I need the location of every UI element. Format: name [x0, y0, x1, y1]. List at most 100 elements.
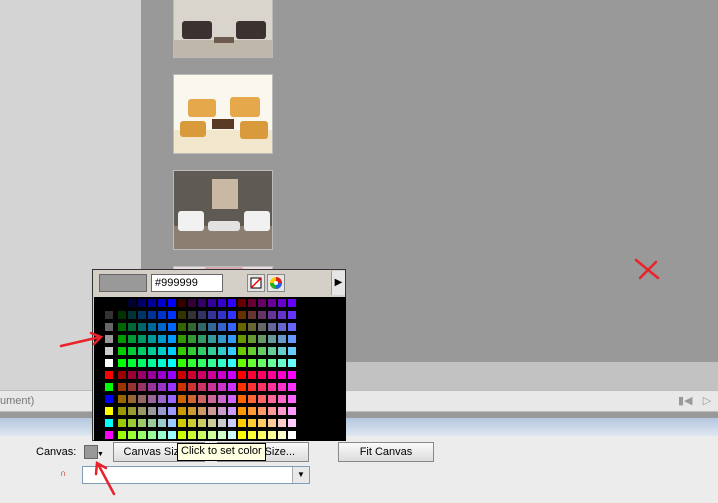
color-swatch[interactable] [257, 322, 267, 332]
play-icon[interactable]: ▷ [700, 394, 714, 408]
color-swatch[interactable] [95, 334, 105, 344]
color-swatch[interactable] [177, 358, 187, 368]
color-swatch[interactable] [247, 394, 257, 404]
color-swatch[interactable] [167, 310, 177, 320]
color-swatch[interactable] [167, 358, 177, 368]
color-swatch[interactable] [127, 394, 137, 404]
color-swatch[interactable] [247, 406, 257, 416]
color-swatch[interactable] [177, 322, 187, 332]
color-swatch[interactable] [237, 334, 247, 344]
color-swatch[interactable] [247, 382, 257, 392]
color-swatch[interactable] [237, 394, 247, 404]
first-frame-icon[interactable]: ▮◀ [678, 394, 693, 408]
color-swatch[interactable] [207, 322, 217, 332]
color-swatch[interactable] [197, 430, 207, 440]
color-swatch[interactable] [127, 310, 137, 320]
color-swatch[interactable] [287, 370, 297, 380]
color-swatch[interactable] [177, 382, 187, 392]
living-room-photo-3[interactable] [173, 170, 273, 250]
color-swatch[interactable] [257, 382, 267, 392]
color-swatch[interactable] [197, 298, 207, 308]
color-swatch[interactable] [217, 406, 227, 416]
color-swatch[interactable] [157, 298, 167, 308]
color-swatch[interactable] [247, 370, 257, 380]
color-swatch[interactable] [95, 382, 105, 392]
color-swatch[interactable] [267, 382, 277, 392]
color-swatch[interactable] [287, 298, 297, 308]
color-swatch[interactable] [207, 298, 217, 308]
color-swatch[interactable] [257, 418, 267, 428]
canvas-color-swatch[interactable] [84, 445, 98, 459]
color-swatch[interactable] [157, 370, 167, 380]
color-swatch[interactable] [247, 430, 257, 440]
color-swatch[interactable] [237, 346, 247, 356]
color-swatch[interactable] [267, 298, 277, 308]
color-swatch[interactable] [95, 418, 105, 428]
color-swatch[interactable] [207, 406, 217, 416]
color-swatch[interactable] [187, 334, 197, 344]
color-swatch[interactable] [267, 322, 277, 332]
color-swatch[interactable] [187, 430, 197, 440]
color-swatch[interactable] [104, 346, 114, 356]
color-swatch[interactable] [217, 322, 227, 332]
color-swatch[interactable] [207, 346, 217, 356]
color-swatch[interactable] [127, 370, 137, 380]
color-swatch[interactable] [197, 370, 207, 380]
color-swatch[interactable] [277, 310, 287, 320]
color-swatch[interactable] [104, 382, 114, 392]
color-swatch[interactable] [217, 298, 227, 308]
color-swatch[interactable] [237, 418, 247, 428]
color-swatch[interactable] [197, 418, 207, 428]
color-swatch[interactable] [137, 418, 147, 428]
color-swatch[interactable] [237, 322, 247, 332]
living-room-photo-1[interactable] [173, 0, 273, 58]
color-swatch[interactable] [267, 370, 277, 380]
color-swatch[interactable] [267, 430, 277, 440]
color-swatch[interactable] [147, 298, 157, 308]
color-swatch[interactable] [127, 322, 137, 332]
color-swatch[interactable] [227, 310, 237, 320]
color-swatch[interactable] [167, 418, 177, 428]
color-swatch[interactable] [287, 418, 297, 428]
color-swatch[interactable] [217, 394, 227, 404]
color-swatch[interactable] [95, 298, 105, 308]
color-swatch[interactable] [227, 430, 237, 440]
no-color-icon[interactable] [247, 274, 265, 292]
color-swatch[interactable] [127, 382, 137, 392]
color-swatch[interactable] [117, 418, 127, 428]
color-swatch[interactable] [95, 358, 105, 368]
color-swatch[interactable] [177, 418, 187, 428]
hex-color-input[interactable]: #999999 [151, 274, 223, 292]
color-swatch[interactable] [117, 382, 127, 392]
color-swatch[interactable] [287, 346, 297, 356]
color-swatch[interactable] [147, 370, 157, 380]
color-swatch[interactable] [157, 418, 167, 428]
color-swatch[interactable] [267, 334, 277, 344]
color-swatch[interactable] [117, 394, 127, 404]
color-swatch[interactable] [104, 394, 114, 404]
color-swatch[interactable] [257, 430, 267, 440]
color-swatch[interactable] [104, 310, 114, 320]
color-swatch[interactable] [207, 418, 217, 428]
color-swatch[interactable] [197, 358, 207, 368]
color-swatch[interactable] [177, 310, 187, 320]
color-swatch[interactable] [207, 382, 217, 392]
color-swatch[interactable] [104, 322, 114, 332]
color-swatch[interactable] [217, 370, 227, 380]
color-swatch[interactable] [95, 322, 105, 332]
color-swatch[interactable] [117, 358, 127, 368]
color-swatch[interactable] [267, 346, 277, 356]
color-swatch[interactable] [187, 418, 197, 428]
color-swatch[interactable] [247, 418, 257, 428]
color-swatch[interactable] [95, 370, 105, 380]
color-swatch[interactable] [177, 394, 187, 404]
color-swatch[interactable] [157, 430, 167, 440]
color-swatch[interactable] [217, 418, 227, 428]
color-swatch[interactable] [104, 370, 114, 380]
canvas-dropdown[interactable]: ▼ [82, 466, 310, 484]
color-swatch[interactable] [287, 430, 297, 440]
color-swatch[interactable] [137, 298, 147, 308]
color-swatch[interactable] [237, 370, 247, 380]
color-swatch[interactable] [207, 430, 217, 440]
color-wheel-icon[interactable] [267, 274, 285, 292]
